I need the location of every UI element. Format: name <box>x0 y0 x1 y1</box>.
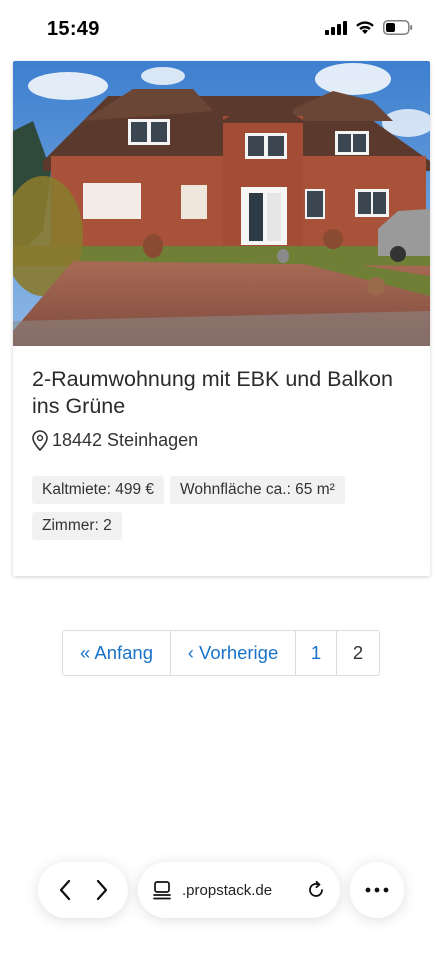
location-text: 18442 Steinhagen <box>52 430 199 450</box>
listing-location: 18442 Steinhagen <box>32 430 198 451</box>
pagination-page-1[interactable]: 1 <box>296 631 337 675</box>
chevron-left-icon[interactable] <box>58 879 72 901</box>
more-pill[interactable] <box>350 862 404 918</box>
more-dots-icon[interactable] <box>365 887 389 893</box>
listing-title[interactable]: 2-Raumwohnung mit EBK und Balkon ins Grü… <box>32 366 422 420</box>
chevron-right-icon[interactable] <box>95 879 109 901</box>
pagination: « Anfang ‹ Vorherige 1 2 <box>62 630 380 676</box>
address-bar[interactable]: .propstack.de <box>138 862 340 918</box>
battery-icon <box>383 20 413 35</box>
status-icons <box>325 20 413 35</box>
pagination-page-2-current: 2 <box>337 631 379 675</box>
pagination-first[interactable]: « Anfang <box>63 631 171 675</box>
reload-icon[interactable] <box>306 880 326 900</box>
map-pin-icon <box>32 430 48 451</box>
nav-pill <box>38 862 128 918</box>
tag-kaltmiete: Kaltmiete: 499 € <box>32 476 165 504</box>
cellular-signal-icon <box>325 20 347 35</box>
house-photo[interactable] <box>13 61 430 346</box>
wifi-icon <box>355 20 375 35</box>
browser-toolbar: .propstack.de <box>0 862 443 924</box>
pagination-previous[interactable]: ‹ Vorherige <box>171 631 296 675</box>
tag-zimmer: Zimmer: 2 <box>32 512 122 540</box>
url-text[interactable]: .propstack.de <box>182 882 296 899</box>
listing-card[interactable]: 2-Raumwohnung mit EBK und Balkon ins Grü… <box>13 61 430 576</box>
tab-overview-icon[interactable] <box>152 880 172 900</box>
tag-wohnflaeche: Wohnfläche ca.: 65 m² <box>170 476 345 504</box>
listing-tags: Kaltmiete: 499 € Wohnfläche ca.: 65 m² Z… <box>32 476 422 540</box>
status-time: 15:49 <box>47 18 100 40</box>
status-bar: 15:49 <box>0 0 443 60</box>
